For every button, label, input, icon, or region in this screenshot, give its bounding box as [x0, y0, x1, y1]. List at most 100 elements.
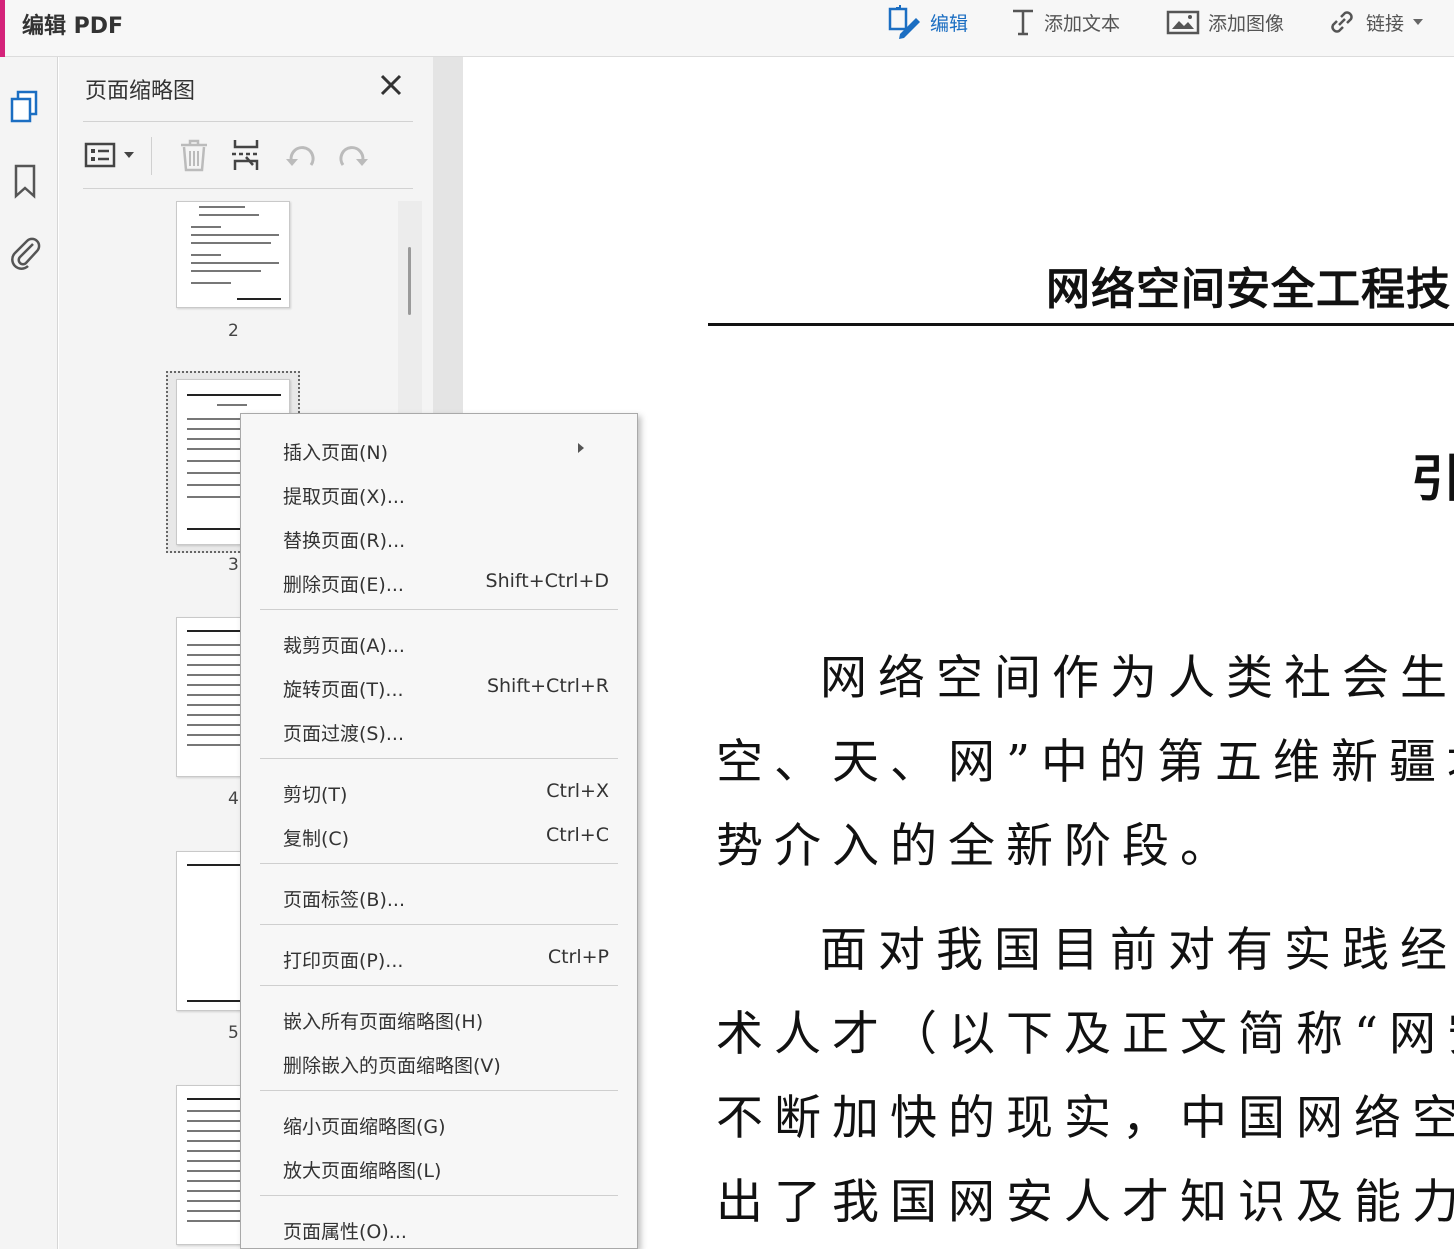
link-label: 链接: [1366, 12, 1405, 35]
toolbar-separator: [151, 137, 152, 175]
menu-separator: [260, 758, 618, 759]
menu-item-label: 删除嵌入的页面缩略图(V): [283, 1055, 501, 1077]
menu-item-shortcut: Ctrl+X: [546, 780, 609, 802]
body-line-1: 网络空间作为人类社会生存: [820, 651, 1454, 706]
menu-item-label: 页面过渡(S)...: [283, 723, 405, 745]
menu-item-copy[interactable]: 复制(C) Ctrl+C: [241, 814, 637, 854]
body-line-7: 出了我国网安人才知识及能力框: [716, 1175, 1454, 1230]
thumbnail-options-button[interactable]: [83, 135, 141, 175]
top-toolbar: 编辑 PDF 编辑 添加文本 添加图像 链接: [0, 0, 1454, 57]
body-line-4: 面对我国目前对有实践经历: [820, 923, 1454, 978]
edit-icon: [888, 5, 920, 39]
menu-item-page-labels[interactable]: 页面标签(B)...: [241, 875, 637, 915]
pages-icon: [10, 90, 38, 123]
menu-item-cut[interactable]: 剪切(T) Ctrl+X: [241, 770, 637, 810]
attachments-nav-button[interactable]: [8, 233, 42, 273]
link-button[interactable]: 链接: [1326, 0, 1424, 44]
menu-item-shortcut: Ctrl+C: [546, 824, 609, 846]
menu-item-label: 旋转页面(T)...: [283, 679, 404, 701]
rotate-counterclockwise-icon: [286, 146, 315, 166]
document-title: 网络空间安全工程技: [1046, 264, 1451, 315]
options-menu-icon: [84, 142, 134, 168]
app-title: 编辑 PDF: [22, 14, 124, 39]
add-image-label: 添加图像: [1208, 12, 1285, 35]
bookmarks-nav-button[interactable]: [8, 161, 42, 201]
menu-item-label: 打印页面(P)...: [283, 950, 404, 972]
menu-item-label: 放大页面缩略图(L): [283, 1160, 442, 1182]
menu-item-remove-embedded-thumbnails[interactable]: 删除嵌入的页面缩略图(V): [241, 1041, 637, 1081]
page-thumbnails-nav-button[interactable]: [8, 87, 42, 127]
menu-separator: [260, 985, 618, 986]
scrollbar-thumb[interactable]: [408, 247, 411, 315]
page-number-2: 2: [228, 321, 239, 341]
image-icon: [1166, 10, 1200, 35]
body-line-6: 不断加快的现实，中国网络空间: [716, 1091, 1454, 1146]
menu-item-label: 提取页面(X)...: [283, 486, 405, 508]
panel-divider: [83, 121, 413, 122]
page-number-3: 3: [228, 555, 239, 575]
add-text-label: 添加文本: [1044, 12, 1121, 35]
edit-tool-label: 编辑: [930, 12, 969, 35]
menu-item-label: 页面属性(O)...: [283, 1221, 407, 1243]
menu-item-extract-pages[interactable]: 提取页面(X)...: [241, 472, 637, 512]
navigation-rail: [0, 57, 58, 1249]
rotate-left-button[interactable]: [281, 135, 321, 175]
close-icon[interactable]: [377, 71, 405, 99]
menu-item-page-properties[interactable]: 页面属性(O)...: [241, 1207, 637, 1247]
panel-toolbar-divider: [83, 188, 413, 189]
menu-item-page-transitions[interactable]: 页面过渡(S)...: [241, 709, 637, 749]
menu-item-crop-pages[interactable]: 裁剪页面(A)...: [241, 621, 637, 661]
body-line-5: 术人才（以下及正文简称“网安: [716, 1007, 1454, 1062]
menu-item-enlarge-thumbnails[interactable]: 放大页面缩略图(L): [241, 1146, 637, 1186]
link-icon: [1331, 11, 1353, 33]
menu-item-embed-thumbnails[interactable]: 嵌入所有页面缩略图(H): [241, 997, 637, 1037]
insert-page-icon: [232, 140, 260, 170]
add-text-button[interactable]: 添加文本: [1010, 0, 1120, 44]
menu-item-label: 嵌入所有页面缩略图(H): [283, 1011, 484, 1033]
panel-title: 页面缩略图: [85, 79, 196, 104]
menu-item-label: 裁剪页面(A)...: [283, 635, 405, 657]
page-thumbnail-2[interactable]: [176, 201, 290, 308]
rotate-clockwise-icon: [339, 146, 368, 166]
menu-item-replace-pages[interactable]: 替换页面(R)...: [241, 516, 637, 556]
page-context-menu: 插入页面(N) 提取页面(X)... 替换页面(R)... 删除页面(E)...…: [240, 413, 638, 1249]
menu-item-shortcut: Shift+Ctrl+D: [485, 570, 609, 592]
menu-separator: [260, 1195, 618, 1196]
menu-item-label: 复制(C): [283, 828, 350, 850]
menu-item-label: 页面标签(B)...: [283, 889, 405, 911]
bookmark-icon: [14, 164, 36, 199]
menu-separator: [260, 1090, 618, 1091]
menu-item-label: 缩小页面缩略图(G): [283, 1116, 446, 1138]
edit-tool-button[interactable]: 编辑: [886, 0, 968, 44]
body-line-3: 势介入的全新阶段。: [716, 819, 1238, 874]
add-image-button[interactable]: 添加图像: [1166, 0, 1284, 44]
menu-separator: [260, 863, 618, 864]
menu-item-reduce-thumbnails[interactable]: 缩小页面缩略图(G): [241, 1102, 637, 1142]
body-line-2: 空、天、网”中的第五维新疆域: [716, 735, 1454, 790]
submenu-arrow-icon: [578, 443, 584, 453]
accent-stripe: [0, 0, 5, 57]
menu-item-rotate-pages[interactable]: 旋转页面(T)... Shift+Ctrl+R: [241, 665, 637, 705]
menu-item-label: 剪切(T): [283, 784, 348, 806]
menu-item-label: 插入页面(N): [283, 442, 389, 464]
rotate-right-button[interactable]: [333, 135, 373, 175]
menu-item-insert-pages[interactable]: 插入页面(N): [241, 428, 637, 468]
menu-item-delete-pages[interactable]: 删除页面(E)... Shift+Ctrl+D: [241, 560, 637, 600]
trash-icon: [181, 139, 207, 172]
menu-item-label: 删除页面(E)...: [283, 574, 404, 596]
menu-item-label: 替换页面(R)...: [283, 530, 406, 552]
chevron-down-icon: [1413, 19, 1424, 25]
paperclip-icon: [11, 237, 41, 270]
section-heading: 引: [1411, 450, 1454, 508]
menu-separator: [260, 924, 618, 925]
text-icon: [1013, 9, 1033, 36]
menu-item-shortcut: Shift+Ctrl+R: [486, 675, 609, 697]
menu-separator: [260, 609, 618, 610]
menu-item-print-pages[interactable]: 打印页面(P)... Ctrl+P: [241, 936, 637, 976]
insert-page-button[interactable]: [225, 135, 267, 175]
delete-pages-button[interactable]: [173, 135, 215, 175]
title-rule: [708, 323, 1454, 326]
menu-item-shortcut: Ctrl+P: [547, 946, 609, 968]
page-number-5: 5: [228, 1023, 239, 1043]
page-number-4: 4: [228, 789, 239, 809]
